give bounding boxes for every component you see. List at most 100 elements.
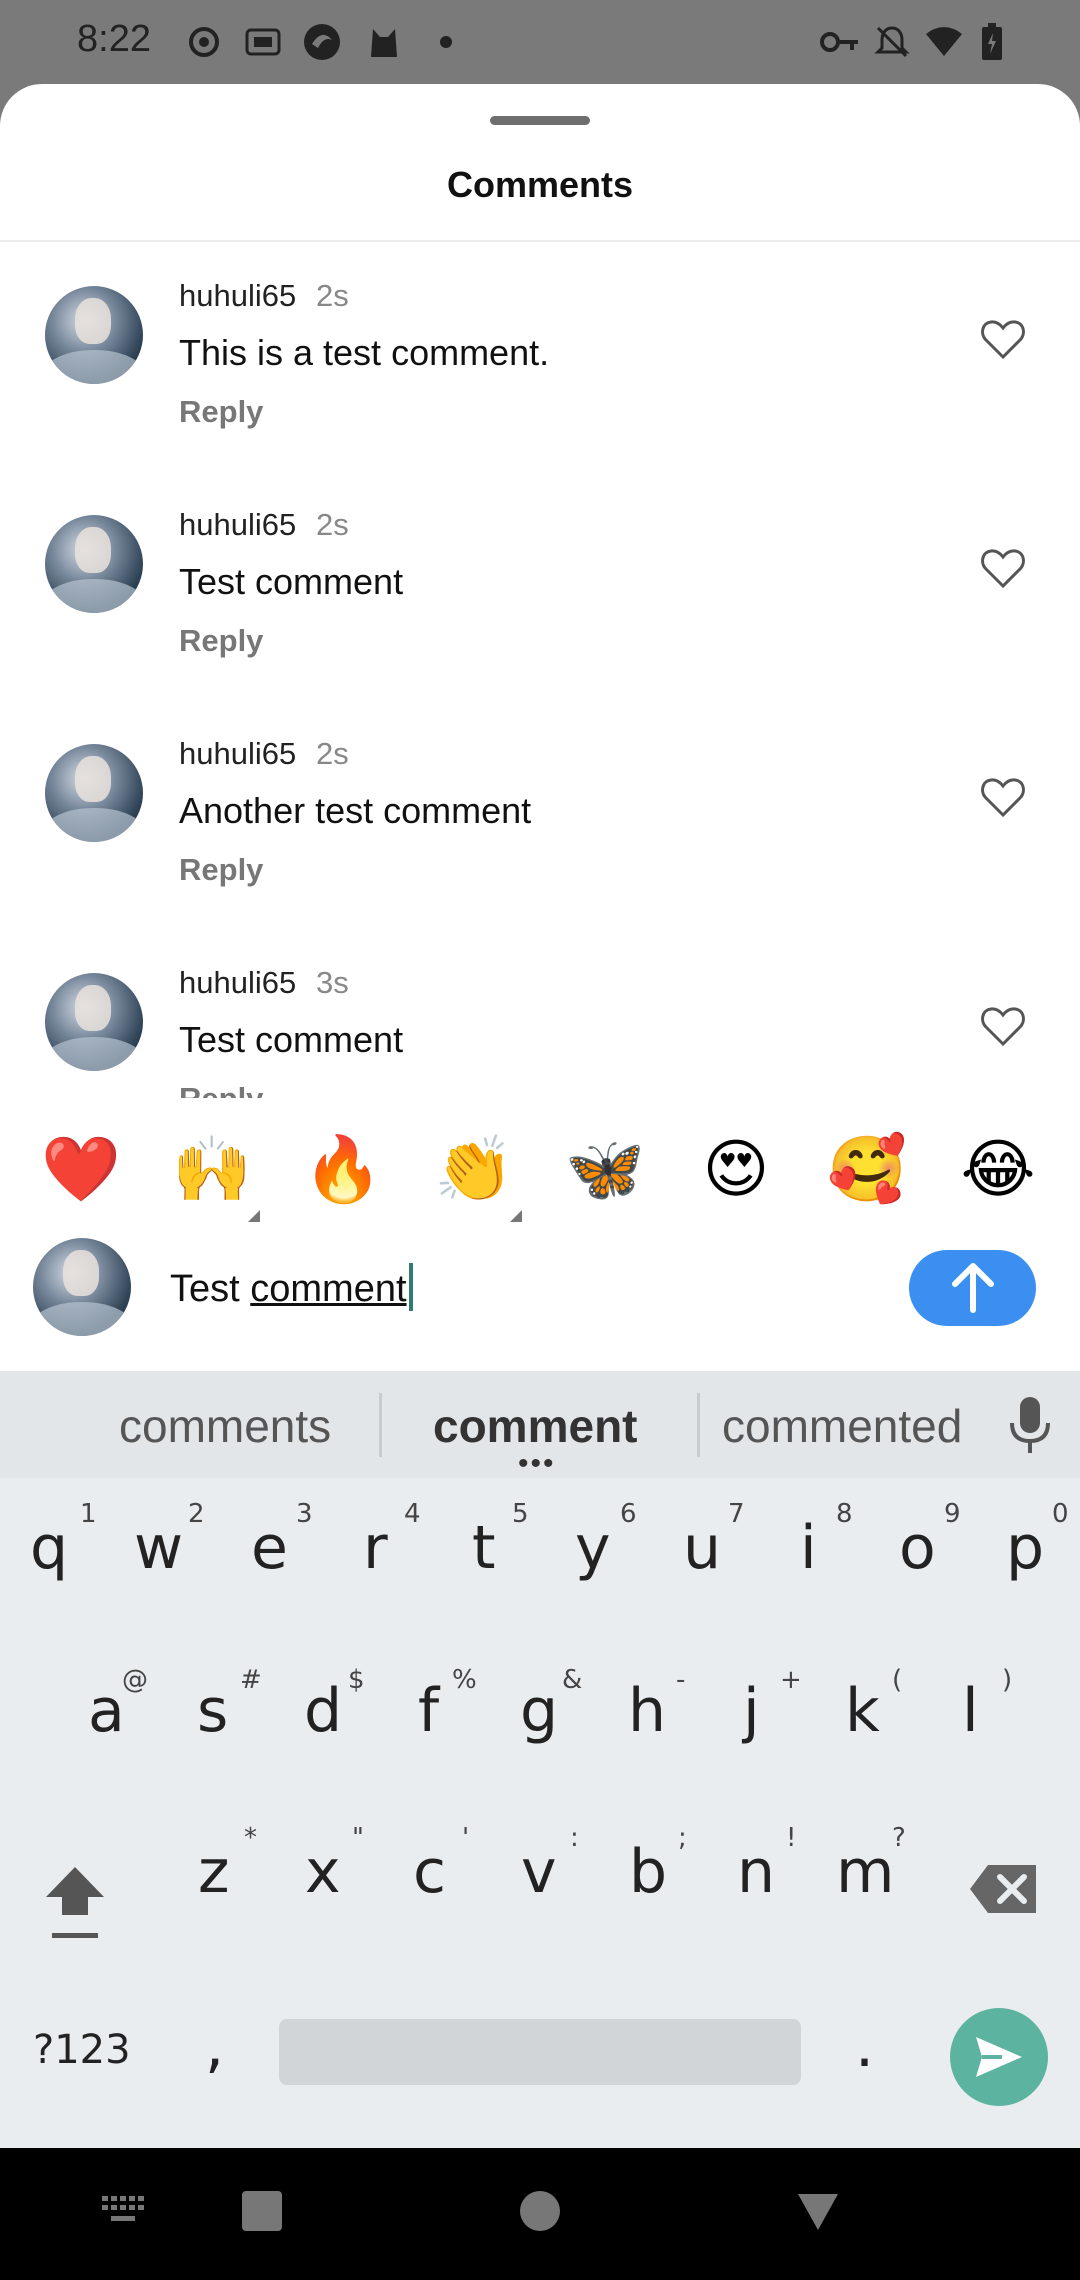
comma-key[interactable]: , xyxy=(205,2011,224,2081)
suggestion-strip: comments comment ••• commented xyxy=(0,1371,1080,1479)
key-p[interactable]: p xyxy=(1006,1513,1044,1583)
comment-time: 2s xyxy=(316,736,349,771)
key-hint: - xyxy=(676,1665,686,1695)
avatar xyxy=(33,1238,131,1336)
comment-time: 2s xyxy=(316,278,349,313)
reply-button[interactable]: Reply xyxy=(179,394,263,430)
key-c[interactable]: c xyxy=(413,1837,446,1907)
key-hint: : xyxy=(570,1823,579,1853)
key-a[interactable]: a xyxy=(88,1676,125,1746)
comment-username[interactable]: huhuli65 xyxy=(179,965,296,1001)
key-e[interactable]: e xyxy=(251,1513,288,1583)
comment-input[interactable]: Test comment xyxy=(170,1263,413,1311)
soft-keyboard: comments comment ••• commented 1 q 2 w 3… xyxy=(0,1371,1080,2148)
avatar[interactable] xyxy=(45,973,143,1071)
comment-username[interactable]: huhuli65 xyxy=(179,507,296,543)
key-b[interactable]: b xyxy=(629,1837,667,1907)
key-hint: 4 xyxy=(404,1499,421,1529)
avatar[interactable] xyxy=(45,744,143,842)
more-suggestions-icon[interactable]: ••• xyxy=(518,1449,556,1479)
emoji-tears-of-joy[interactable]: 😂 xyxy=(958,1130,1038,1210)
comments-list[interactable]: huhuli65 2s This is a test comment. Repl… xyxy=(0,242,1080,1180)
emoji-butterfly[interactable]: 🦋 xyxy=(565,1130,645,1210)
emoji-fire[interactable]: 🔥 xyxy=(303,1130,383,1210)
reply-button[interactable]: Reply xyxy=(179,623,263,659)
key-hint: ) xyxy=(1002,1665,1013,1695)
comment-input-row: Test comment xyxy=(0,1233,1080,1371)
comment-item: huhuli65 2s This is a test comment. Repl… xyxy=(0,242,1080,471)
key-y[interactable]: y xyxy=(575,1513,611,1583)
key-r[interactable]: r xyxy=(363,1513,388,1583)
emoji-heart-eyes[interactable]: 😍 xyxy=(696,1130,776,1210)
key-w[interactable]: w xyxy=(134,1513,183,1583)
key-hint: " xyxy=(352,1823,364,1853)
comment-text: Test comment xyxy=(179,561,404,602)
key-hint: % xyxy=(452,1665,477,1695)
comment-item: huhuli65 2s Another test comment Reply xyxy=(0,700,1080,929)
comment-time: 2s xyxy=(316,507,349,542)
key-hint: + xyxy=(780,1665,802,1695)
key-t[interactable]: t xyxy=(472,1513,496,1583)
emoji-raising-hands[interactable]: 🙌 xyxy=(172,1130,252,1210)
space-bar[interactable] xyxy=(279,2019,801,2085)
key-x[interactable]: x xyxy=(305,1837,341,1907)
reply-button[interactable]: Reply xyxy=(179,852,263,888)
key-q[interactable]: q xyxy=(30,1513,68,1583)
drag-handle[interactable] xyxy=(490,116,590,125)
key-hint: # xyxy=(240,1665,262,1695)
backspace-icon[interactable] xyxy=(968,1863,1038,1915)
symbols-key[interactable]: ?123 xyxy=(33,2027,131,2073)
key-j[interactable]: j xyxy=(743,1676,760,1746)
send-key[interactable] xyxy=(950,2008,1048,2106)
post-comment-button[interactable] xyxy=(909,1250,1036,1326)
comment-item: huhuli65 2s Test comment Reply xyxy=(0,471,1080,700)
keyboard-switch-icon[interactable] xyxy=(102,2196,146,2226)
key-v[interactable]: v xyxy=(521,1837,557,1907)
text-caret xyxy=(408,1263,413,1311)
key-l[interactable]: l xyxy=(962,1676,979,1746)
key-hint: & xyxy=(562,1665,583,1695)
back-icon[interactable] xyxy=(796,2192,840,2232)
home-icon[interactable] xyxy=(519,2190,561,2232)
key-i[interactable]: i xyxy=(800,1513,817,1583)
key-hint: ' xyxy=(462,1823,470,1853)
key-f[interactable]: f xyxy=(418,1676,439,1746)
emoji-clapping-hands[interactable]: 👏 xyxy=(434,1130,514,1210)
suggestion-left[interactable]: comments xyxy=(119,1399,331,1453)
dot-icon xyxy=(426,22,466,62)
comment-text: Test comment xyxy=(179,1019,404,1060)
heart-icon[interactable] xyxy=(978,1001,1028,1051)
key-m[interactable]: m xyxy=(836,1837,894,1907)
emoji-smiling-hearts[interactable]: 🥰 xyxy=(827,1130,907,1210)
wifi-icon xyxy=(924,22,964,62)
key-z[interactable]: z xyxy=(198,1837,230,1907)
recents-icon[interactable] xyxy=(241,2190,283,2232)
key-h[interactable]: h xyxy=(628,1676,666,1746)
key-d[interactable]: d xyxy=(304,1676,342,1746)
key-hint: 6 xyxy=(620,1499,637,1529)
shift-icon[interactable] xyxy=(40,1861,110,1941)
input-text-composing: comment xyxy=(250,1268,407,1310)
key-s[interactable]: s xyxy=(197,1676,228,1746)
suggestion-right[interactable]: commented xyxy=(722,1399,962,1453)
key-o[interactable]: o xyxy=(899,1513,936,1583)
suggestion-center[interactable]: comment xyxy=(433,1399,637,1453)
record-icon xyxy=(184,22,224,62)
sheet-title: Comments xyxy=(446,164,634,205)
key-n[interactable]: n xyxy=(737,1837,775,1907)
heart-icon[interactable] xyxy=(978,772,1028,822)
status-bar: 8:22 xyxy=(0,0,1080,84)
emoji-heart[interactable]: ❤️ xyxy=(41,1130,121,1210)
comment-username[interactable]: huhuli65 xyxy=(179,278,296,314)
heart-icon[interactable] xyxy=(978,543,1028,593)
heart-icon[interactable] xyxy=(978,314,1028,364)
period-key[interactable]: . xyxy=(855,2011,874,2081)
avatar[interactable] xyxy=(45,286,143,384)
avatar[interactable] xyxy=(45,515,143,613)
key-hint: @ xyxy=(122,1665,148,1695)
microphone-icon[interactable] xyxy=(1004,1395,1056,1455)
key-u[interactable]: u xyxy=(683,1513,721,1583)
key-g[interactable]: g xyxy=(520,1676,558,1746)
comment-username[interactable]: huhuli65 xyxy=(179,736,296,772)
key-k[interactable]: k xyxy=(845,1676,880,1746)
